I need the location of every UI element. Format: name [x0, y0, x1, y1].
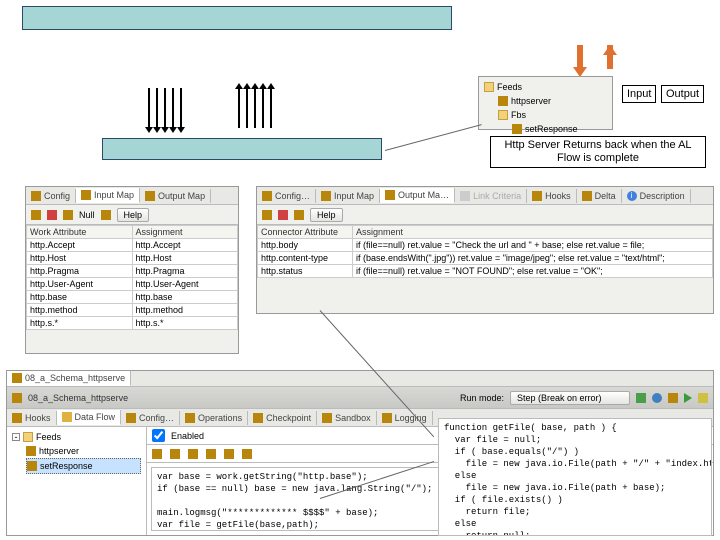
log-icon — [382, 413, 392, 423]
tab-input-map[interactable]: Input Map — [76, 188, 140, 203]
doc-icon — [12, 393, 22, 403]
tab-operations[interactable]: Operations — [180, 411, 248, 425]
tab-checkpoint[interactable]: Checkpoint — [248, 411, 317, 425]
debug-icon[interactable] — [652, 393, 662, 403]
right-tabrow: Config… Input Map Output Ma… Link Criter… — [257, 187, 713, 205]
big-arrow-down — [575, 45, 585, 77]
right-table: Connector AttributeAssignment http.bodyi… — [257, 225, 713, 278]
tab-config[interactable]: Config… — [121, 411, 180, 425]
add-icon[interactable] — [262, 210, 272, 220]
refresh-icon[interactable] — [101, 210, 111, 220]
tab-description[interactable]: iDescription — [622, 189, 691, 203]
right-panel: Config… Input Map Output Ma… Link Criter… — [256, 186, 714, 314]
tool-icon[interactable] — [224, 449, 234, 459]
tab-config[interactable]: Config — [26, 189, 76, 203]
item-icon — [27, 461, 37, 471]
gear-icon — [126, 413, 136, 423]
callout-line-top — [385, 124, 482, 151]
tab-input-map[interactable]: Input Map — [316, 189, 380, 203]
editor-title-tab[interactable]: 08_a_Schema_httpserve — [7, 371, 131, 386]
top-bar — [22, 6, 452, 30]
left-toolbar: Null Help — [26, 205, 238, 225]
folder-icon — [23, 432, 33, 442]
help-button[interactable]: Help — [117, 208, 150, 222]
del-icon[interactable] — [278, 210, 288, 220]
tool-icon[interactable] — [206, 449, 216, 459]
flow-icon — [62, 412, 72, 422]
nav-item-setresponse[interactable]: setResponse — [26, 458, 141, 474]
hook-icon — [12, 413, 22, 423]
delta-icon — [582, 191, 592, 201]
hook-icon — [532, 191, 542, 201]
editor-titlebar: 08_a_Schema_httpserve Run mode: Step (Br… — [7, 387, 713, 409]
gear-icon — [262, 191, 272, 201]
enabled-checkbox[interactable] — [152, 429, 165, 442]
enabled-label: Enabled — [171, 431, 204, 441]
gear-icon — [31, 191, 41, 201]
editor-title: 08_a_Schema_httpserve — [28, 393, 128, 403]
tab-hooks[interactable]: Hooks — [7, 411, 57, 425]
lower-code[interactable]: var base = work.getString("http.base"); … — [151, 467, 451, 531]
function-code: function getFile( base, path ) { var fil… — [438, 418, 712, 536]
tool-icon[interactable] — [152, 449, 162, 459]
right-toolbar: Help — [257, 205, 713, 225]
map-icon — [81, 190, 91, 200]
help-button[interactable]: Help — [310, 208, 343, 222]
editor-titletab-row: 08_a_Schema_httpserve — [7, 371, 713, 387]
ops-icon — [185, 413, 195, 423]
http-caption: Http Server Returns back when the AL Flo… — [490, 136, 706, 168]
box-icon — [322, 413, 332, 423]
tab-sandbox[interactable]: Sandbox — [317, 411, 377, 425]
null-icon — [63, 210, 73, 220]
big-arrow-up — [605, 45, 615, 77]
map-icon — [321, 191, 331, 201]
tab-delta[interactable]: Delta — [577, 189, 622, 203]
input-label: Input — [622, 85, 656, 103]
tab-data-flow[interactable]: Data Flow — [57, 410, 122, 425]
tab-logging[interactable]: Logging — [377, 411, 433, 425]
item-icon — [498, 96, 508, 106]
tab-output-map[interactable]: Output Map — [140, 189, 211, 203]
runmode-label: Run mode: — [460, 393, 504, 403]
stop-icon[interactable] — [698, 393, 708, 403]
link-icon — [460, 191, 470, 201]
info-icon: i — [627, 191, 637, 201]
item-icon — [512, 124, 522, 134]
folder-icon — [498, 110, 508, 120]
left-tabrow: Config Input Map Output Map — [26, 187, 238, 205]
step-icon[interactable] — [668, 393, 678, 403]
map-icon — [385, 190, 395, 200]
tab-link-criteria[interactable]: Link Criteria — [455, 189, 527, 203]
tool-icon[interactable] — [170, 449, 180, 459]
tab-output-map[interactable]: Output Ma… — [380, 188, 455, 203]
add-icon[interactable] — [31, 210, 41, 220]
del-icon[interactable] — [47, 210, 57, 220]
left-table: Work AttributeAssignment http.Accepthttp… — [26, 225, 238, 330]
play-icon[interactable] — [684, 393, 692, 403]
map-icon — [145, 191, 155, 201]
tab-hooks[interactable]: Hooks — [527, 189, 577, 203]
folder-icon — [484, 82, 494, 92]
feeds-mini-tree: Feeds httpserver Fbs setResponse — [478, 76, 613, 130]
editor-nav: -Feeds httpserver setResponse — [7, 427, 147, 535]
output-label: Output — [661, 85, 704, 103]
tool-icon[interactable] — [188, 449, 198, 459]
run-icon[interactable] — [636, 393, 646, 403]
runmode-select[interactable]: Step (Break on error) — [510, 391, 630, 405]
null-label: Null — [79, 210, 95, 220]
tool-icon[interactable] — [242, 449, 252, 459]
nav-item-httpserver[interactable]: httpserver — [26, 444, 141, 458]
item-icon — [26, 446, 36, 456]
doc-icon — [12, 373, 22, 383]
left-panel: Config Input Map Output Map Null Help Wo… — [25, 186, 239, 354]
chk-icon — [253, 413, 263, 423]
tab-config[interactable]: Config… — [257, 189, 316, 203]
mid-bar — [102, 138, 382, 160]
refresh-icon[interactable] — [294, 210, 304, 220]
